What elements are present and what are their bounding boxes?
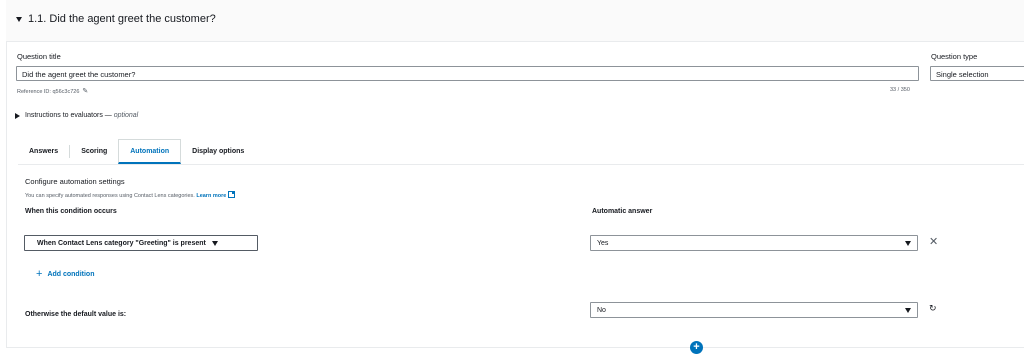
automatic-answer-select[interactable]: Yes	[590, 235, 918, 251]
reference-id-text: Reference ID: q56c3c726	[17, 89, 80, 95]
char-count: 33 / 350	[890, 87, 910, 93]
default-value-select[interactable]: No	[590, 302, 918, 318]
tabs-divider	[18, 164, 1024, 165]
tab-bar: Answers Scoring Automation Display optio…	[18, 139, 255, 164]
automation-title: Configure automation settings	[25, 177, 125, 186]
condition-dropdown[interactable]: When Contact Lens category "Greeting" is…	[24, 235, 258, 251]
add-condition-label: Add condition	[47, 271, 95, 278]
question-type-label: Question type	[931, 52, 978, 61]
question-title-input[interactable]: Did the agent greet the customer?	[16, 66, 919, 81]
triangle-down-icon	[211, 240, 218, 246]
tab-answers[interactable]: Answers	[18, 139, 69, 164]
add-question-plus-icon[interactable]: +	[690, 341, 703, 354]
caret-down-icon[interactable]	[16, 17, 22, 22]
question-header[interactable]: 1.1. Did the agent greet the customer?	[6, 0, 1024, 42]
automation-description: You can specify automated responses usin…	[25, 191, 236, 199]
learn-more-link[interactable]: Learn more	[196, 193, 226, 199]
tab-display-options[interactable]: Display options	[181, 139, 255, 164]
close-icon[interactable]: ✕	[929, 237, 938, 248]
triangle-down-icon	[905, 307, 911, 313]
condition-text: When Contact Lens category "Greeting" is…	[37, 239, 206, 247]
default-value-label: Otherwise the default value is:	[25, 311, 127, 318]
optional-label: optional	[113, 112, 139, 119]
caret-right-icon	[15, 112, 20, 119]
question-header-title: 1.1. Did the agent greet the customer?	[28, 13, 216, 25]
question-type-select[interactable]: Single selection	[930, 66, 1024, 81]
pencil-icon[interactable]: ✎	[82, 87, 88, 95]
automatic-answer-value: Yes	[597, 239, 609, 247]
question-title-label: Question title	[17, 52, 61, 61]
add-condition-button[interactable]: + Add condition	[36, 268, 95, 280]
instructions-expander[interactable]: Instructions to evaluators — optional	[15, 112, 138, 119]
reset-icon[interactable]: ↻	[929, 303, 937, 314]
tab-scoring[interactable]: Scoring	[70, 139, 118, 164]
card-bottom-border	[6, 347, 1024, 348]
question-card	[6, 0, 1024, 348]
tab-automation[interactable]: Automation	[118, 139, 182, 164]
condition-header: When this condition occurs	[25, 208, 117, 215]
external-link-icon[interactable]	[228, 191, 236, 198]
answer-header: Automatic answer	[592, 208, 653, 215]
instructions-label: Instructions to evaluators — optional	[25, 112, 139, 119]
plus-icon: +	[36, 268, 43, 280]
default-value: No	[597, 306, 606, 314]
triangle-down-icon	[905, 240, 911, 246]
reference-id: Reference ID: q56c3c726 ✎	[17, 87, 88, 95]
